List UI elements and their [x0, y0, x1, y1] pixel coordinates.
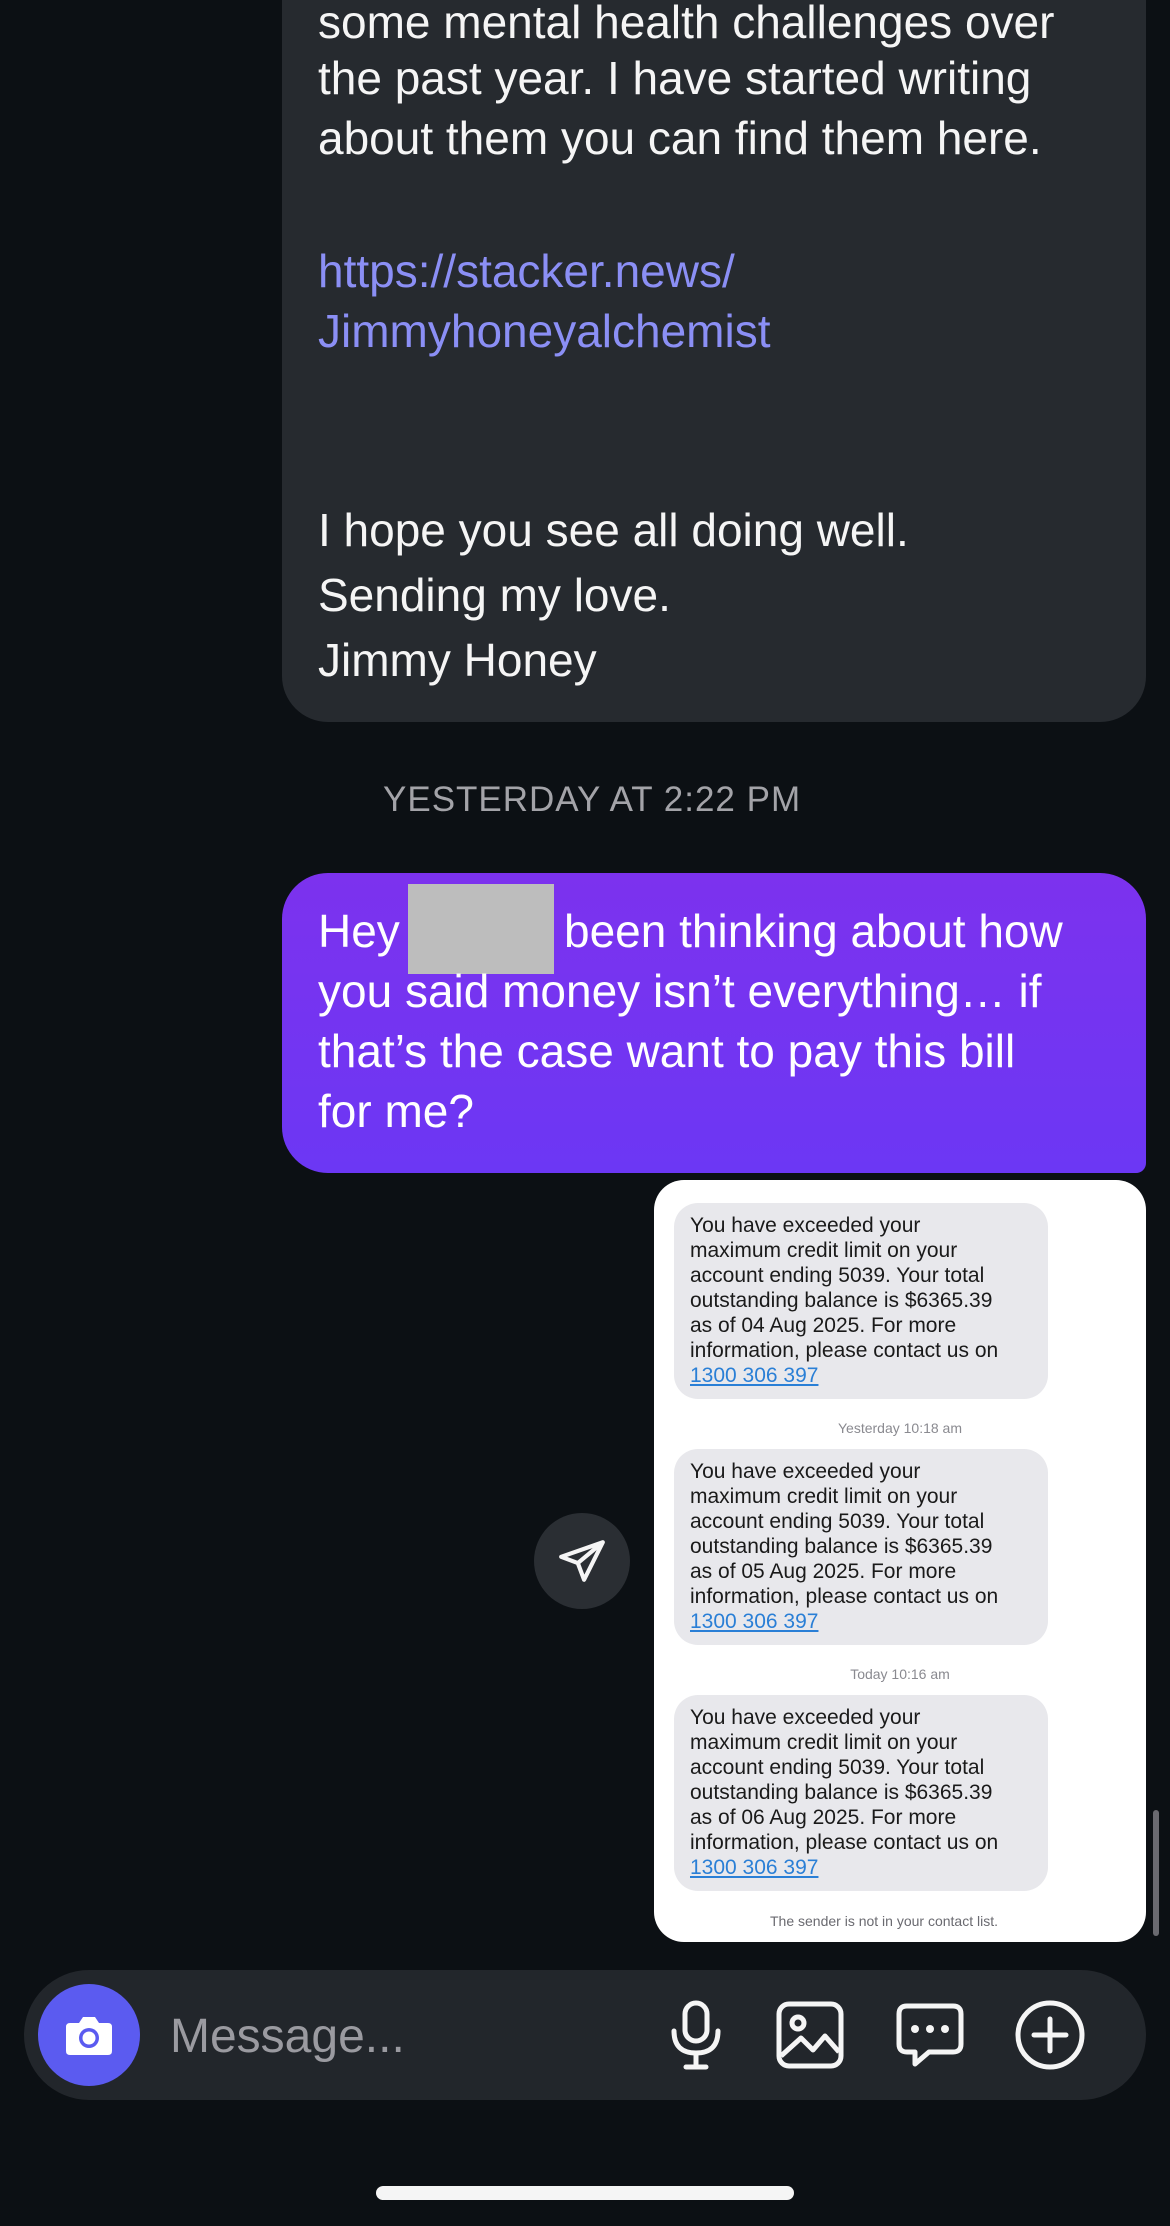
- add-button[interactable]: [1012, 1997, 1088, 2073]
- share-button[interactable]: [534, 1513, 630, 1609]
- sms-line: as of 06 Aug 2025. For more: [690, 1806, 957, 1829]
- sticker-icon: [896, 2003, 964, 2067]
- sms-line: information, please contact us on: [690, 1339, 999, 1362]
- incoming-message-signature: Jimmy Honey: [318, 634, 597, 686]
- outgoing-message-line: been thinking about how: [564, 905, 1063, 957]
- sticker-button[interactable]: [892, 1997, 968, 2073]
- plus-icon: [1015, 2000, 1085, 2070]
- sms-line: account ending 5039. Your total: [690, 1264, 985, 1287]
- outgoing-message-line: Hey: [318, 905, 400, 957]
- sms-line: maximum credit limit on your: [690, 1239, 958, 1262]
- sms-line: information, please contact us on: [690, 1831, 999, 1854]
- scrollbar[interactable]: [1153, 1810, 1159, 1936]
- incoming-message-line: some mental health challenges over: [318, 0, 1055, 48]
- send-icon: [559, 1540, 605, 1582]
- attached-screenshot[interactable]: You have exceeded your maximum credit li…: [654, 1180, 1146, 1942]
- outgoing-message-line: that’s the case want to pay this bill: [318, 1025, 1016, 1077]
- gallery-button[interactable]: [772, 1997, 848, 2073]
- sms-line: outstanding balance is $6365.39: [690, 1781, 993, 1804]
- sms-timestamp: Today 10:16 am: [850, 1666, 950, 1682]
- microphone-icon: [671, 2000, 721, 2070]
- sender-not-in-contacts-note: The sender is not in your contact list.: [770, 1913, 998, 1929]
- sms-phone-link: 1300 306 397: [690, 1610, 819, 1633]
- sms-line: as of 05 Aug 2025. For more: [690, 1560, 957, 1583]
- profile-link[interactable]: Jimmyhoneyalchemist: [318, 301, 770, 361]
- sms-line: outstanding balance is $6365.39: [690, 1535, 993, 1558]
- incoming-message-closing: Sending my love.: [318, 569, 671, 621]
- sms-timestamp: Yesterday 10:18 am: [837, 1420, 962, 1436]
- sms-phone-link: 1300 306 397: [690, 1364, 819, 1387]
- sms-line: information, please contact us on: [690, 1585, 999, 1608]
- outgoing-message-line: you said money isn’t everything… if: [318, 965, 1042, 1017]
- profile-link[interactable]: https://stacker.news/: [318, 241, 735, 301]
- gallery-icon: [776, 2001, 844, 2069]
- sms-line: outstanding balance is $6365.39: [690, 1289, 993, 1312]
- microphone-button[interactable]: [658, 1997, 734, 2073]
- sms-line: You have exceeded your: [690, 1214, 921, 1237]
- sms-line: maximum credit limit on your: [690, 1731, 958, 1754]
- incoming-message-line: about them you can find them here.: [318, 112, 1042, 164]
- message-input[interactable]: [168, 2000, 642, 2072]
- message-timestamp: YESTERDAY AT 2:22 PM: [383, 780, 802, 819]
- incoming-message-line: the past year. I have started writing: [318, 52, 1032, 104]
- sms-line: as of 04 Aug 2025. For more: [690, 1314, 957, 1337]
- sms-line: account ending 5039. Your total: [690, 1756, 985, 1779]
- sms-line: You have exceeded your: [690, 1706, 921, 1729]
- sms-line: You have exceeded your: [690, 1460, 921, 1483]
- home-indicator[interactable]: [376, 2186, 794, 2200]
- sms-line: maximum credit limit on your: [690, 1485, 958, 1508]
- incoming-message-closing: I hope you see all doing well.: [318, 504, 909, 556]
- camera-icon: [66, 2017, 112, 2055]
- camera-button[interactable]: [38, 1984, 140, 2086]
- outgoing-message-line: for me?: [318, 1085, 474, 1137]
- sms-phone-link: 1300 306 397: [690, 1856, 819, 1879]
- sms-line: account ending 5039. Your total: [690, 1510, 985, 1533]
